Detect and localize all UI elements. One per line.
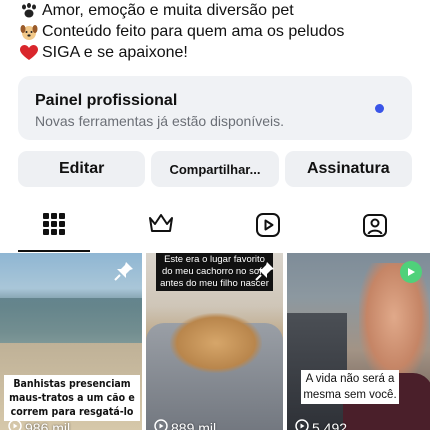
tab-posts-grid[interactable] — [0, 206, 107, 252]
post-thumbnail-person — [359, 263, 429, 383]
profile-actions: Editar Compartilhar... Assinatura — [18, 151, 412, 187]
shared-reel-icon — [400, 261, 422, 283]
pin-icon — [255, 261, 275, 286]
bio-text: Conteúdo feito para quem ama os peludos — [42, 23, 345, 40]
reels-icon — [255, 212, 281, 243]
subscription-button[interactable]: Assinatura — [284, 151, 412, 187]
professional-dashboard-title: Painel profissional — [35, 92, 178, 109]
profile-tabs — [0, 206, 430, 252]
pin-icon — [114, 261, 134, 286]
tab-reels[interactable] — [214, 206, 321, 252]
bio-line-3: SIGA e se apaixone! — [18, 42, 418, 63]
tab-tagged[interactable] — [321, 206, 428, 252]
post-views: 5.492 — [295, 419, 347, 430]
post-thumbnail-sea — [0, 298, 142, 348]
play-count-icon — [8, 419, 22, 430]
post-thumbnail-dog — [170, 313, 262, 373]
play-count-icon — [154, 419, 168, 430]
play-count-icon — [295, 419, 309, 430]
share-profile-button[interactable]: Compartilhar... — [151, 151, 279, 187]
post-views: 986 mil — [8, 419, 70, 430]
post-caption-overlay: A vida não será a mesma sem você. — [301, 370, 399, 404]
profile-bio: Amor, emoção e muita diversão pet Conteú… — [18, 0, 418, 63]
bio-text: Amor, emoção e muita diversão pet — [42, 2, 294, 19]
bio-line-1: Amor, emoção e muita diversão pet — [18, 0, 418, 21]
post-tile[interactable]: Este era o lugar favorito do meu cachorr… — [146, 253, 283, 430]
views-count: 889 mil — [171, 419, 217, 430]
dog-face-icon — [18, 23, 40, 41]
selected-tab-indicator — [18, 250, 90, 252]
notification-dot — [375, 104, 384, 113]
post-views: 889 mil — [154, 419, 216, 430]
posts-grid: Banhistas presenciam maus-tratos a um cã… — [0, 253, 430, 430]
post-tile[interactable]: Banhistas presenciam maus-tratos a um cã… — [0, 253, 142, 430]
crown-icon — [148, 212, 174, 239]
bio-text: SIGA e se apaixone! — [42, 44, 188, 61]
professional-dashboard-card[interactable]: Painel profissional Novas ferramentas já… — [18, 76, 412, 140]
post-tile[interactable]: A vida não será a mesma sem você. 5.492 — [287, 253, 430, 430]
red-heart-icon — [18, 44, 40, 61]
professional-dashboard-subtitle: Novas ferramentas já estão disponíveis. — [35, 113, 285, 129]
edit-profile-button[interactable]: Editar — [18, 151, 146, 187]
grid-icon — [42, 212, 66, 241]
paw-prints-icon — [18, 2, 40, 19]
bio-line-2: Conteúdo feito para quem ama os peludos — [18, 21, 418, 42]
post-caption-overlay: Banhistas presenciam maus-tratos a um cã… — [4, 375, 140, 421]
tagged-person-icon — [362, 212, 388, 243]
views-count: 986 mil — [25, 419, 71, 430]
views-count: 5.492 — [312, 419, 348, 430]
tab-exclusive[interactable] — [107, 206, 214, 252]
